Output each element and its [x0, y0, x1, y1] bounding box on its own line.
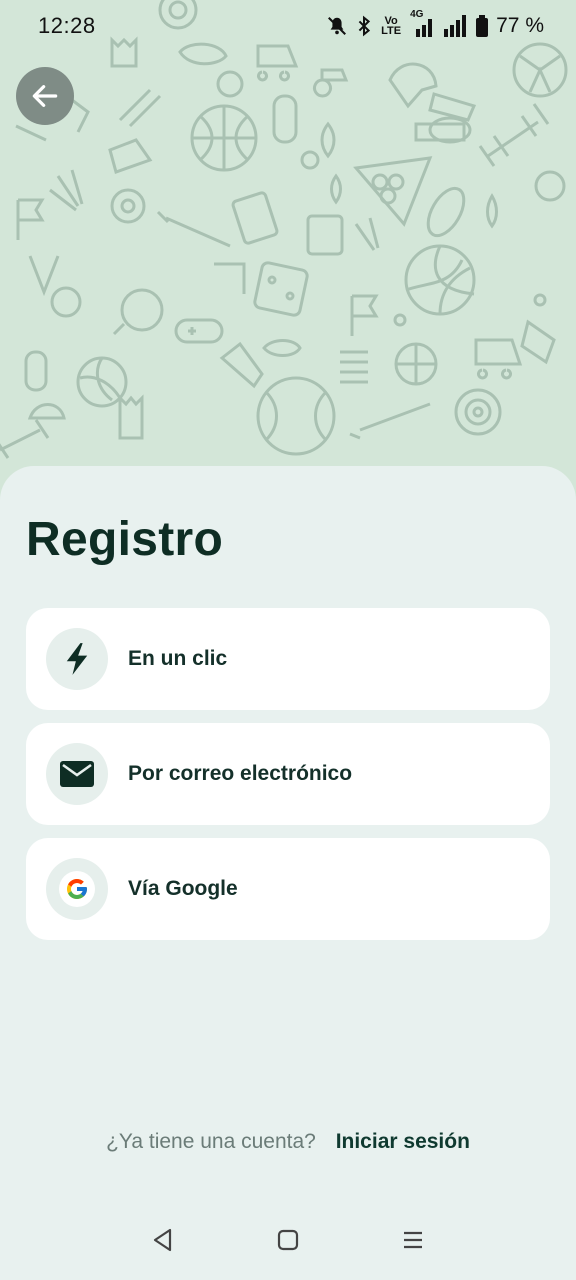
- status-icons: Vo LTE 4G 77 %: [326, 9, 544, 38]
- mute-bell-icon: [326, 15, 348, 37]
- option-google[interactable]: Vía Google: [26, 838, 550, 940]
- back-button[interactable]: [16, 67, 74, 125]
- volte-label: Vo LTE: [381, 15, 402, 37]
- option-email[interactable]: Por correo electrónico: [26, 723, 550, 825]
- option-label: Por correo electrónico: [128, 762, 353, 785]
- option-one-click[interactable]: En un clic: [26, 608, 550, 710]
- google-badge: [59, 871, 95, 907]
- google-icon: [67, 879, 87, 899]
- login-link[interactable]: Iniciar sesión: [336, 1130, 470, 1153]
- option-icon-container: [46, 858, 108, 920]
- login-question: ¿Ya tiene una cuenta?: [106, 1130, 316, 1153]
- status-time: 12:28: [38, 13, 96, 38]
- home-square-icon: [277, 1229, 299, 1251]
- signal-icon: [444, 15, 468, 37]
- system-nav-bar: [0, 1200, 576, 1280]
- battery-icon: [476, 15, 489, 37]
- menu-lines-icon: [404, 1231, 423, 1249]
- sports-pattern-background: 12:28 Vo LTE 4G 77 %: [0, 0, 576, 500]
- page-title: Registro: [26, 513, 224, 566]
- network-label: 4G: [410, 9, 424, 20]
- bluetooth-icon: [356, 15, 372, 37]
- envelope-icon: [60, 761, 94, 787]
- battery-percent: 77 %: [496, 14, 544, 37]
- signal-4g-icon: 4G: [410, 9, 436, 37]
- sports-doodle-pattern: [0, 0, 568, 459]
- volte-icon: Vo LTE: [380, 15, 402, 37]
- nav-back-button[interactable]: [143, 1220, 183, 1260]
- option-label: Vía Google: [128, 877, 238, 900]
- lightning-icon: [66, 643, 88, 675]
- back-triangle-icon: [153, 1228, 171, 1252]
- status-bar: 12:28 Vo LTE 4G 77 %: [0, 0, 576, 52]
- login-prompt: ¿Ya tiene una cuenta? Iniciar sesión: [0, 1130, 576, 1154]
- option-label: En un clic: [128, 647, 228, 670]
- nav-home-button[interactable]: [268, 1220, 308, 1260]
- option-icon-container: [46, 743, 108, 805]
- nav-menu-button[interactable]: [393, 1220, 433, 1260]
- option-icon-container: [46, 628, 108, 690]
- arrow-left-icon: [32, 85, 58, 107]
